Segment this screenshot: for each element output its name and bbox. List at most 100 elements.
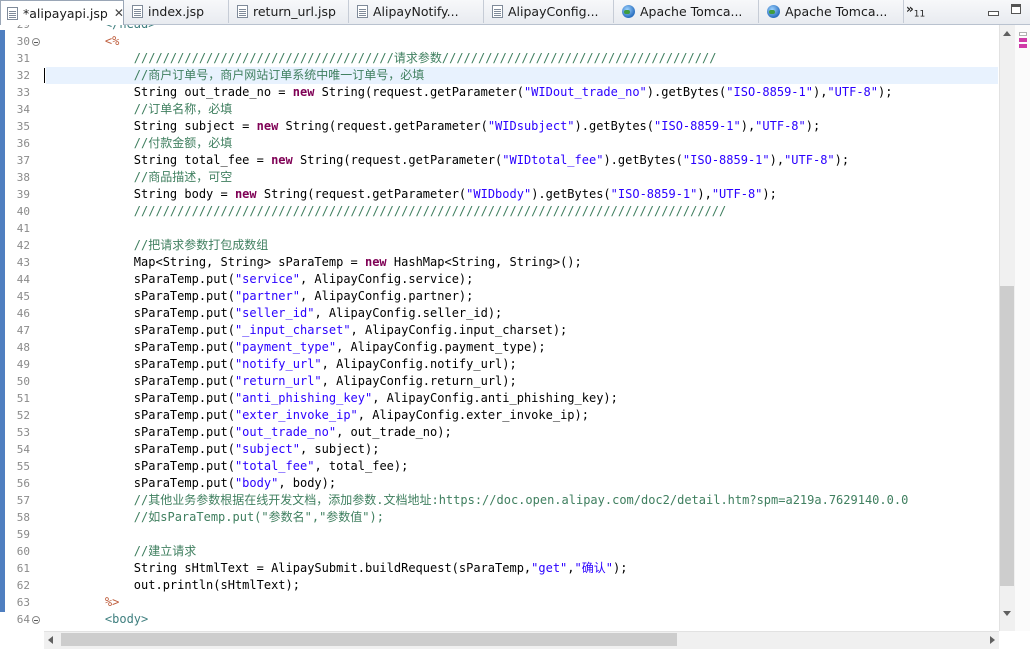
code-line[interactable]: sParaTemp.put("total_fee", total_fee); (76, 458, 409, 475)
line-number: 48 (16, 341, 30, 354)
code-line[interactable]: //其他业务参数根据在线开发文档，添加参数.文档地址:https://doc.o… (76, 492, 909, 509)
editor-tab-label: *alipayapi.jsp (23, 5, 108, 21)
maximize-button[interactable] (1010, 3, 1024, 17)
line-number: 45 (16, 290, 30, 303)
line-number: 42 (16, 239, 30, 252)
code-line[interactable]: sParaTemp.put("return_url", AlipayConfig… (76, 373, 517, 390)
code-line[interactable]: <% (76, 33, 119, 50)
line-number: 34 (16, 103, 30, 116)
code-line[interactable]: sParaTemp.put("subject", subject); (76, 441, 380, 458)
code-line[interactable]: ////////////////////////////////////////… (76, 203, 726, 220)
line-number: 62 (16, 579, 30, 592)
fold-collapse-icon[interactable] (32, 616, 40, 624)
code-line[interactable]: String subject = new String(request.getP… (76, 118, 820, 135)
editor-tab[interactable]: Apache Tomca... (759, 0, 904, 23)
line-number: 32 (16, 69, 30, 82)
line-number: 52 (16, 409, 30, 422)
code-line[interactable]: sParaTemp.put("anti_phishing_key", Alipa… (76, 390, 618, 407)
line-number: 41 (16, 222, 30, 235)
line-number: 30 (16, 35, 30, 48)
line-number: 47 (16, 324, 30, 337)
horizontal-scrollbar-thumb[interactable] (61, 633, 677, 646)
code-line[interactable]: Map<String, String> sParaTemp = new Hash… (76, 254, 582, 271)
java-file-icon (492, 5, 503, 18)
line-number: 44 (16, 273, 30, 286)
editor-tab[interactable]: index.jsp (124, 0, 229, 23)
code-line[interactable]: String body = new String(request.getPara… (76, 186, 777, 203)
overview-marker[interactable] (1019, 38, 1027, 42)
jsp-file-icon (237, 5, 248, 18)
line-number: 61 (16, 562, 30, 575)
editor-tab-label: AlipayNotify... (373, 4, 459, 19)
code-line[interactable]: sParaTemp.put("out_trade_no", out_trade_… (76, 424, 452, 441)
line-number: 37 (16, 154, 30, 167)
overview-ruler[interactable] (1015, 24, 1030, 631)
line-number: 46 (16, 307, 30, 320)
overview-marker[interactable] (1019, 32, 1027, 36)
scroll-right-arrow-icon[interactable] (990, 636, 995, 644)
browser-globe-icon (622, 5, 635, 18)
code-line[interactable]: String out_trade_no = new String(request… (76, 84, 893, 101)
scroll-up-arrow-icon[interactable] (1003, 31, 1011, 36)
overflow-count: 11 (913, 9, 926, 20)
code-line[interactable]: sParaTemp.put("partner", AlipayConfig.pa… (76, 288, 474, 305)
code-line[interactable]: //付款金额，必填 (76, 135, 232, 152)
code-line[interactable]: //商品描述，可空 (76, 169, 232, 186)
line-number: 50 (16, 375, 30, 388)
line-number: 56 (16, 477, 30, 490)
jsp-file-icon (7, 6, 18, 20)
code-line[interactable]: //商户订单号，商户网站订单系统中唯一订单号，必填 (76, 67, 424, 84)
code-line[interactable]: sParaTemp.put("notify_url", AlipayConfig… (76, 356, 517, 373)
code-line[interactable]: sParaTemp.put("seller_id", AlipayConfig.… (76, 305, 502, 322)
browser-globe-icon (767, 5, 780, 18)
code-line[interactable]: <body> (76, 611, 148, 628)
editor-tab-label: AlipayConfig... (508, 4, 599, 19)
tab-overflow-button[interactable]: »11 (906, 2, 925, 19)
editor-tab[interactable]: *alipayapi.jsp ✕ (0, 0, 124, 25)
scroll-down-arrow-icon[interactable] (1003, 611, 1011, 616)
code-line[interactable]: //订单名称，必填 (76, 101, 232, 118)
overview-marker[interactable] (1019, 44, 1027, 48)
code-line[interactable]: sParaTemp.put("exter_invoke_ip", AlipayC… (76, 407, 589, 424)
line-number: 55 (16, 460, 30, 473)
scroll-left-arrow-icon[interactable] (48, 636, 53, 644)
overflow-symbol: » (906, 2, 914, 16)
line-number: 51 (16, 392, 30, 405)
editor-tab-label: Apache Tomca... (640, 4, 743, 19)
code-line[interactable]: String sHtmlText = AlipaySubmit.buildReq… (76, 560, 628, 577)
line-number: 54 (16, 443, 30, 456)
line-number: 60 (16, 545, 30, 558)
fold-collapse-icon[interactable] (32, 38, 40, 46)
line-number: 53 (16, 426, 30, 439)
code-line[interactable]: //把请求参数打包成数组 (76, 237, 268, 254)
tab-close-icon[interactable]: ✕ (114, 6, 123, 20)
line-number: 31 (16, 52, 30, 65)
minimize-button[interactable] (986, 3, 1000, 17)
line-number: 35 (16, 120, 30, 133)
editor-tab-label: index.jsp (148, 4, 205, 19)
line-number: 33 (16, 86, 30, 99)
editor-tab[interactable]: AlipayConfig... (484, 0, 614, 23)
line-number: 57 (16, 494, 30, 507)
quick-diff-ruler (0, 30, 5, 612)
editor-tab[interactable]: AlipayNotify... (349, 0, 484, 23)
code-line[interactable]: sParaTemp.put("body", body); (76, 475, 336, 492)
vertical-scrollbar-thumb[interactable] (1000, 286, 1014, 586)
line-number: 36 (16, 137, 30, 150)
code-line[interactable]: sParaTemp.put("_input_charset", AlipayCo… (76, 322, 568, 339)
editor-tab[interactable]: Apache Tomca... (614, 0, 759, 23)
line-number: 63 (16, 596, 30, 609)
code-line[interactable]: out.println(sHtmlText); (76, 577, 300, 594)
code-line[interactable]: String total_fee = new String(request.ge… (76, 152, 849, 169)
line-number: 64 (16, 613, 30, 626)
code-line[interactable]: //如sParaTemp.put("参数名","参数值"); (76, 509, 384, 526)
code-line[interactable]: //建立请求 (76, 543, 196, 560)
code-line[interactable]: %> (76, 594, 119, 611)
java-file-icon (357, 5, 368, 18)
editor-tab-label: Apache Tomca... (785, 4, 888, 19)
line-number: 43 (16, 256, 30, 269)
editor-tab[interactable]: return_url.jsp (229, 0, 349, 23)
code-line[interactable]: ////////////////////////////////////请求参数… (76, 50, 717, 67)
code-line[interactable]: sParaTemp.put("payment_type", AlipayConf… (76, 339, 546, 356)
code-line[interactable]: sParaTemp.put("service", AlipayConfig.se… (76, 271, 474, 288)
